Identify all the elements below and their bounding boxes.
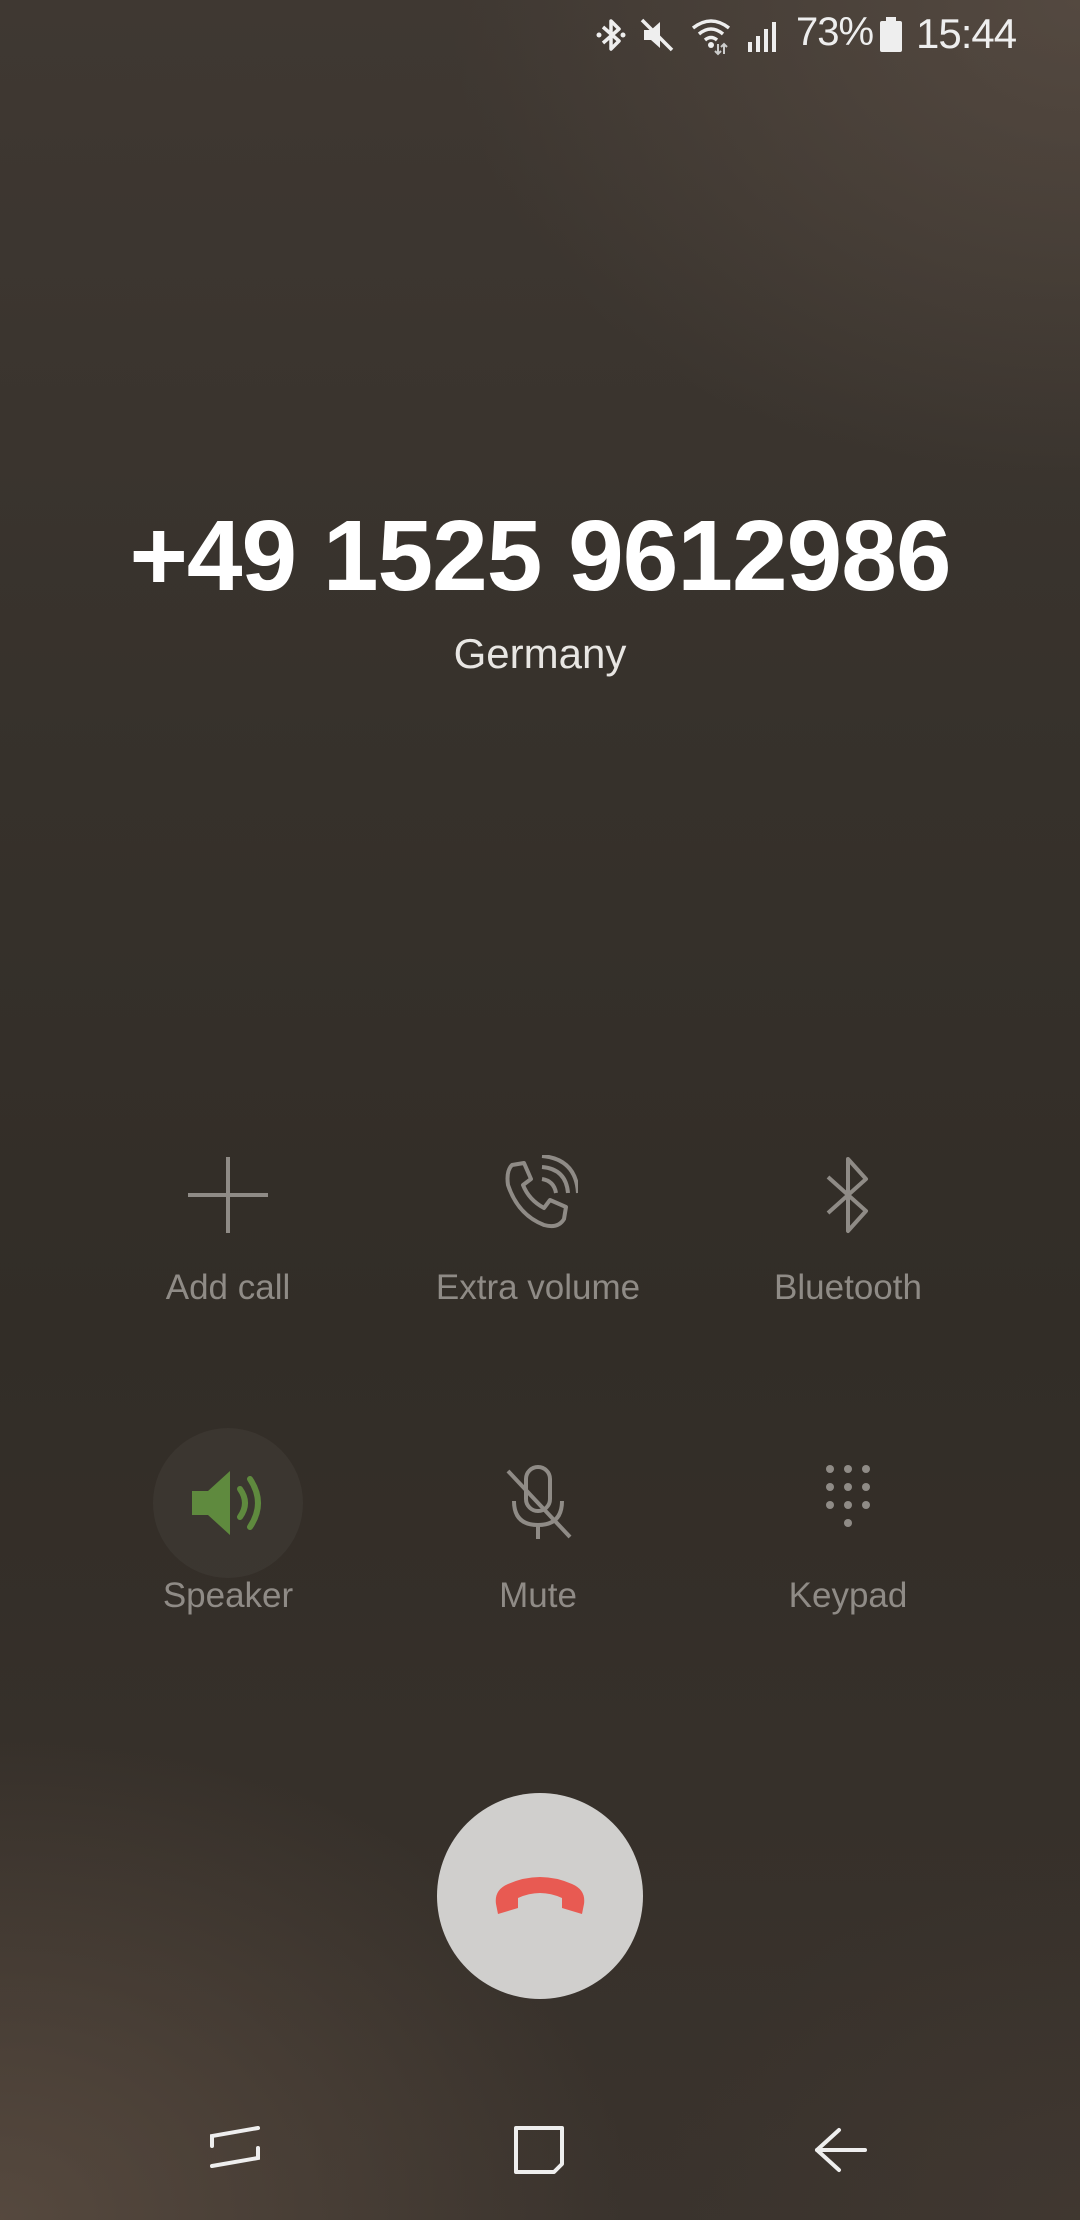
back-icon[interactable] <box>801 2110 881 2190</box>
add-call-label: Add call <box>165 1268 291 1307</box>
recent-apps-icon[interactable] <box>196 2110 276 2190</box>
status-time: 15:44 <box>916 10 1017 57</box>
keypad-label: Keypad <box>788 1576 908 1615</box>
phone-volume-icon <box>505 1155 578 1229</box>
battery-icon <box>880 17 902 52</box>
status-bar: 73% 15:44 <box>0 0 1080 70</box>
bluetooth-icon <box>826 1157 868 1233</box>
extra-volume-label: Extra volume <box>435 1268 641 1307</box>
phone-hangup-icon <box>495 1877 585 1914</box>
keypad-icon <box>826 1465 870 1527</box>
battery-percent: 73% <box>796 10 874 54</box>
speaker-icon <box>192 1471 261 1535</box>
signal-icon <box>748 22 776 52</box>
caller-location: Germany <box>453 630 627 677</box>
home-icon[interactable] <box>498 2110 578 2190</box>
speaker-button[interactable]: Speaker <box>108 1428 348 1616</box>
bluetooth-label: Bluetooth <box>774 1268 922 1307</box>
wifi-icon <box>691 19 731 56</box>
caller-number: +49 1525 9612986 <box>129 500 952 612</box>
keypad-button[interactable]: Keypad <box>728 1428 968 1616</box>
extra-volume-button[interactable]: Extra volume <box>418 1120 658 1308</box>
end-call-button[interactable] <box>437 1793 643 1999</box>
plus-icon <box>188 1157 268 1233</box>
microphone-off-icon <box>506 1465 572 1539</box>
mute-label: Mute <box>499 1576 577 1615</box>
bluetooth-button[interactable]: Bluetooth <box>728 1120 968 1308</box>
mute-button[interactable]: Mute <box>418 1428 658 1616</box>
bluetooth-icon <box>596 19 626 51</box>
mute-icon <box>640 18 674 52</box>
speaker-label: Speaker <box>162 1576 294 1615</box>
add-call-button[interactable]: Add call <box>108 1120 348 1308</box>
